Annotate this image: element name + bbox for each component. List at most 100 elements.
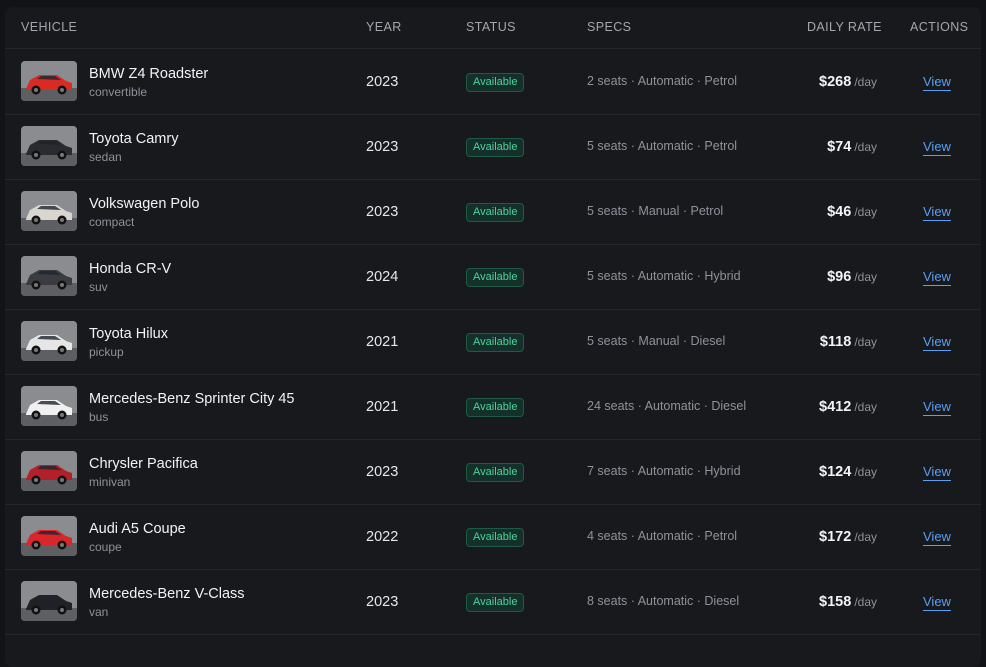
vehicle-specs: 5 seats · Manual · Diesel [587, 334, 726, 348]
vehicle-type: compact [89, 215, 135, 229]
table-row: Toyota Camry sedan 2023 Available 5 seat… [5, 114, 981, 180]
vehicle-type: coupe [89, 540, 122, 554]
vehicle-type: suv [89, 280, 108, 294]
vehicle-thumbnail [21, 191, 77, 231]
rate-unit: /day [854, 140, 877, 154]
vehicle-name: Toyota Hilux [89, 326, 168, 342]
header-actions: Actions [910, 20, 969, 34]
vehicle-name: BMW Z4 Roadster [89, 66, 209, 82]
vehicle-year: 2023 [366, 464, 399, 480]
daily-rate: $46/day [827, 203, 877, 221]
rate-amount: $124 [819, 464, 852, 480]
daily-rate: $118/day [820, 333, 877, 351]
rate-amount: $96 [827, 269, 852, 285]
view-link[interactable]: View [923, 464, 951, 481]
rate-amount: $412 [819, 399, 852, 415]
daily-rate: $96/day [827, 268, 877, 286]
view-link[interactable]: View [923, 74, 951, 91]
vehicle-thumbnail [21, 61, 77, 101]
status-badge: Available [466, 398, 525, 417]
vehicle-specs: 5 seats · Automatic · Hybrid [587, 269, 741, 283]
status-badge: Available [466, 528, 525, 547]
vehicle-name: Chrysler Pacifica [89, 456, 198, 472]
rate-unit: /day [854, 465, 877, 479]
vehicle-thumbnail [21, 581, 77, 621]
status-badge: Available [466, 73, 525, 92]
vehicle-specs: 7 seats · Automatic · Hybrid [587, 464, 741, 478]
rate-unit: /day [854, 205, 877, 219]
view-link[interactable]: View [923, 529, 951, 546]
vehicle-year: 2022 [366, 529, 399, 545]
vehicle-name: Volkswagen Polo [89, 196, 200, 212]
vehicle-type: minivan [89, 475, 131, 489]
status-badge: Available [466, 203, 525, 222]
vehicle-type: convertible [89, 85, 148, 99]
vehicle-thumbnail [21, 451, 77, 491]
daily-rate: $158/day [819, 593, 877, 611]
vehicle-name: Toyota Camry [89, 131, 179, 147]
daily-rate: $74/day [827, 138, 877, 156]
rate-amount: $268 [819, 74, 852, 90]
vehicle-thumbnail [21, 126, 77, 166]
vehicle-name: Mercedes-Benz V-Class [89, 586, 245, 602]
status-badge: Available [466, 268, 525, 287]
table-row: Mercedes-Benz V-Class van 2023 Available… [5, 569, 981, 635]
vehicle-year: 2023 [366, 139, 399, 155]
table-row: Volkswagen Polo compact 2023 Available 5… [5, 179, 981, 245]
vehicle-table: Vehicle Year Status Specs Daily Rate Act… [5, 7, 981, 667]
rate-unit: /day [854, 400, 877, 414]
view-link[interactable]: View [923, 204, 951, 221]
view-link[interactable]: View [923, 399, 951, 416]
rate-amount: $74 [827, 139, 852, 155]
view-link[interactable]: View [923, 334, 951, 351]
vehicle-year: 2023 [366, 74, 399, 90]
status-badge: Available [466, 138, 525, 157]
rate-unit: /day [854, 270, 877, 284]
view-link[interactable]: View [923, 269, 951, 286]
daily-rate: $172/day [819, 528, 877, 546]
vehicle-name: Mercedes-Benz Sprinter City 45 [89, 391, 295, 407]
vehicle-year: 2024 [366, 269, 399, 285]
vehicle-specs: 5 seats · Manual · Petrol [587, 204, 724, 218]
header-year: Year [366, 20, 402, 34]
table-row: Chrysler Pacifica minivan 2023 Available… [5, 439, 981, 505]
view-link[interactable]: View [923, 594, 951, 611]
daily-rate: $268/day [819, 73, 877, 91]
table-row: Toyota Hilux pickup 2021 Available 5 sea… [5, 309, 981, 375]
vehicle-year: 2021 [366, 399, 399, 415]
header-vehicle: Vehicle [21, 20, 78, 34]
rate-unit: /day [854, 75, 877, 89]
vehicle-specs: 4 seats · Automatic · Petrol [587, 529, 738, 543]
daily-rate: $412/day [819, 398, 877, 416]
vehicle-thumbnail [21, 321, 77, 361]
vehicle-thumbnail [21, 256, 77, 296]
rate-amount: $172 [819, 529, 852, 545]
vehicle-specs: 5 seats · Automatic · Petrol [587, 139, 738, 153]
rate-amount: $46 [827, 204, 852, 220]
vehicle-thumbnail [21, 386, 77, 426]
daily-rate: $124/day [819, 463, 877, 481]
vehicle-specs: 8 seats · Automatic · Diesel [587, 594, 740, 608]
status-badge: Available [466, 333, 525, 352]
header-daily-rate: Daily Rate [807, 20, 882, 34]
rate-unit: /day [854, 530, 877, 544]
vehicle-specs: 24 seats · Automatic · Diesel [587, 399, 747, 413]
table-row: Audi A5 Coupe coupe 2022 Available 4 sea… [5, 504, 981, 570]
vehicle-year: 2023 [366, 204, 399, 220]
view-link[interactable]: View [923, 139, 951, 156]
vehicle-type: pickup [89, 345, 124, 359]
vehicle-type: bus [89, 410, 109, 424]
table-header: Vehicle Year Status Specs Daily Rate Act… [5, 7, 981, 49]
status-badge: Available [466, 463, 525, 482]
vehicle-thumbnail [21, 516, 77, 556]
rate-unit: /day [854, 335, 877, 349]
table-row: BMW Z4 Roadster convertible 2023 Availab… [5, 49, 981, 115]
rate-amount: $158 [819, 594, 852, 610]
vehicle-name: Honda CR-V [89, 261, 172, 277]
rate-amount: $118 [819, 334, 852, 350]
header-specs: Specs [587, 20, 632, 34]
vehicle-type: van [89, 605, 109, 619]
vehicle-type: sedan [89, 150, 122, 164]
table-row: Honda CR-V suv 2024 Available 5 seats · … [5, 244, 981, 310]
vehicle-year: 2021 [366, 334, 399, 350]
